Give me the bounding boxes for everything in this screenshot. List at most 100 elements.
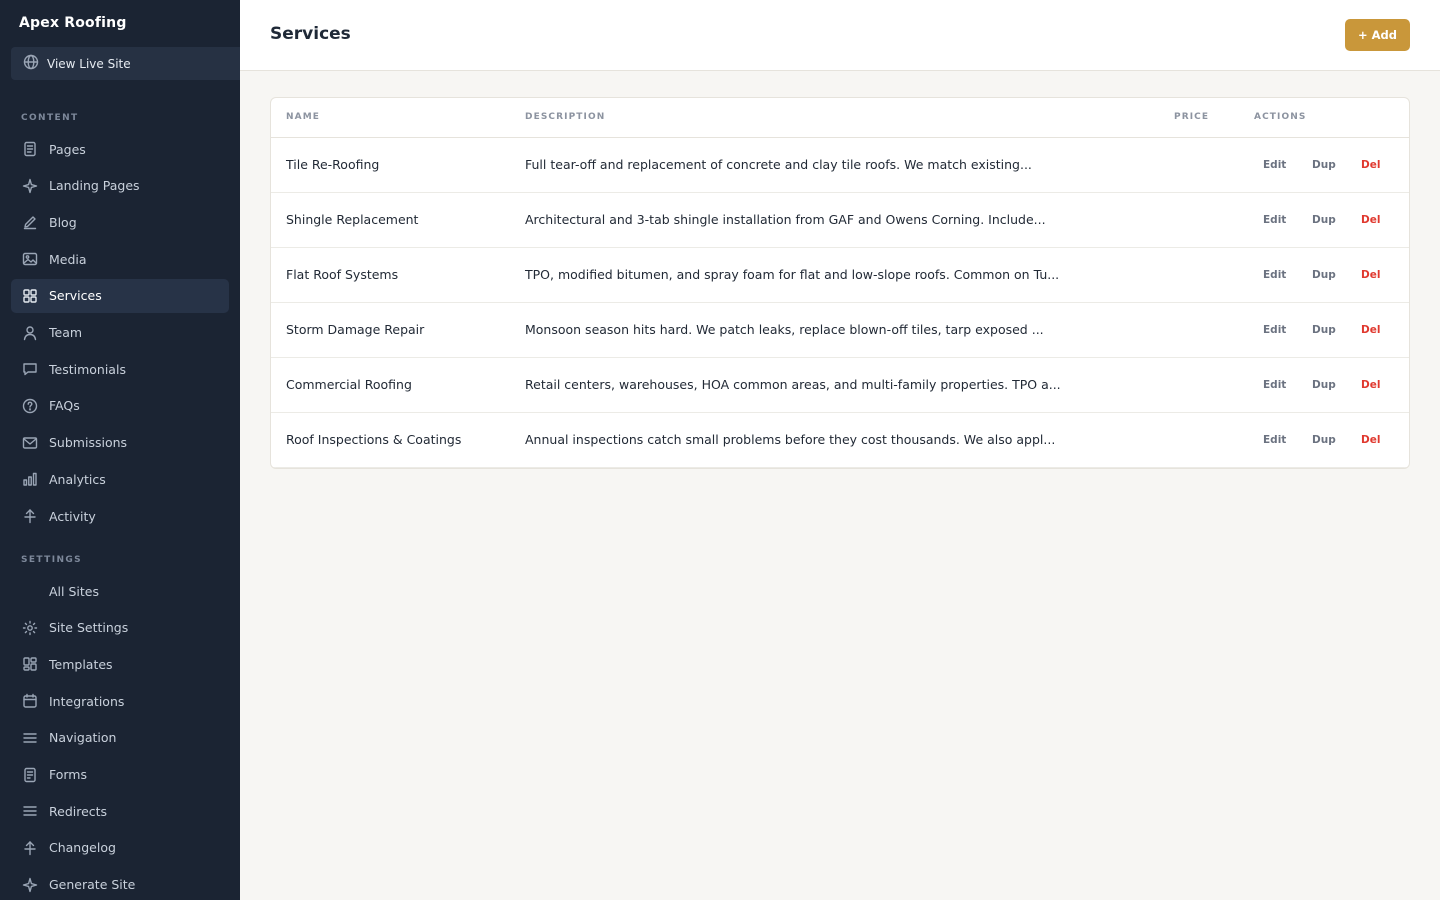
duplicate-button[interactable]: Dup bbox=[1312, 159, 1361, 171]
services-table: NAME DESCRIPTION PRICE ACTIONS Tile Re-R… bbox=[271, 98, 1409, 468]
sidebar-item-label: Generate Site bbox=[49, 877, 136, 893]
duplicate-button[interactable]: Dup bbox=[1312, 434, 1361, 446]
page-title: Services bbox=[270, 24, 351, 44]
delete-button[interactable]: Del bbox=[1361, 214, 1391, 226]
table-row[interactable]: Commercial Roofing Retail centers, wareho… bbox=[271, 357, 1409, 413]
mail-icon bbox=[22, 435, 38, 451]
sidebar-item-label: Templates bbox=[49, 656, 113, 672]
question-icon bbox=[22, 398, 38, 414]
delete-button[interactable]: Del bbox=[1361, 269, 1391, 281]
table-row[interactable]: Storm Damage Repair Monsoon season hits h… bbox=[271, 302, 1409, 358]
add-service-button[interactable]: + Add bbox=[1345, 19, 1410, 51]
document-icon bbox=[22, 141, 38, 157]
view-live-site-label: View Live Site bbox=[47, 56, 131, 71]
delete-button[interactable]: Del bbox=[1361, 379, 1391, 391]
service-price bbox=[1159, 412, 1239, 468]
duplicate-button[interactable]: Dup bbox=[1312, 379, 1361, 391]
globe-icon bbox=[23, 54, 39, 73]
sidebar-item-label: Testimonials bbox=[49, 361, 126, 377]
column-header-actions: ACTIONS bbox=[1239, 98, 1409, 138]
edit-button[interactable]: Edit bbox=[1263, 434, 1312, 446]
service-name: Tile Re-Roofing bbox=[271, 137, 510, 193]
sidebar-item-landing-pages[interactable]: Landing Pages bbox=[11, 169, 229, 203]
table-body: Tile Re-Roofing Full tear-off and replace… bbox=[271, 137, 1409, 468]
bar-chart-icon bbox=[22, 471, 38, 487]
duplicate-button[interactable]: Dup bbox=[1312, 324, 1361, 336]
service-description: TPO, modified bitumen, and spray foam fo… bbox=[510, 247, 1159, 303]
sidebar-item-label: Changelog bbox=[49, 840, 116, 856]
gear-icon bbox=[22, 620, 38, 636]
sidebar-item-forms[interactable]: Forms bbox=[11, 758, 229, 792]
row-actions: Edit Dup Del bbox=[1239, 412, 1409, 468]
sidebar-item-label: Landing Pages bbox=[49, 178, 140, 194]
column-header-price[interactable]: PRICE bbox=[1159, 98, 1239, 138]
sidebar-item-activity[interactable]: Activity bbox=[11, 499, 229, 533]
column-header-description[interactable]: DESCRIPTION bbox=[510, 98, 1159, 138]
service-price bbox=[1159, 192, 1239, 248]
table-row[interactable]: Flat Roof Systems TPO, modified bitumen, … bbox=[271, 247, 1409, 303]
sidebar-item-pages[interactable]: Pages bbox=[11, 132, 229, 166]
sidebar-item-faqs[interactable]: FAQs bbox=[11, 389, 229, 423]
delete-button[interactable]: Del bbox=[1361, 159, 1391, 171]
template-icon bbox=[22, 656, 38, 672]
service-price bbox=[1159, 302, 1239, 358]
form-icon bbox=[22, 767, 38, 783]
sidebar-item-all-sites[interactable]: All Sites bbox=[11, 574, 229, 608]
settings-section-label: SETTINGS bbox=[21, 555, 83, 565]
table-row[interactable]: Tile Re-Roofing Full tear-off and replace… bbox=[271, 137, 1409, 193]
service-description: Monsoon season hits hard. We patch leaks… bbox=[510, 302, 1159, 358]
main-content: Services + Add NAME DESCRIPTION PRICE AC… bbox=[240, 0, 1440, 900]
sidebar-item-testimonials[interactable]: Testimonials bbox=[11, 352, 229, 386]
sidebar-item-blog[interactable]: Blog bbox=[11, 205, 229, 239]
edit-button[interactable]: Edit bbox=[1263, 269, 1312, 281]
chat-icon bbox=[22, 361, 38, 377]
duplicate-button[interactable]: Dup bbox=[1312, 214, 1361, 226]
service-description: Architectural and 3-tab shingle installa… bbox=[510, 192, 1159, 248]
sidebar-item-label: Pages bbox=[49, 141, 86, 157]
sidebar-item-site-settings[interactable]: Site Settings bbox=[11, 611, 229, 645]
row-actions: Edit Dup Del bbox=[1239, 247, 1409, 303]
sidebar-item-services[interactable]: Services bbox=[11, 278, 229, 313]
sidebar-item-label: Integrations bbox=[49, 693, 125, 709]
image-icon bbox=[22, 251, 38, 267]
sidebar-item-analytics[interactable]: Analytics bbox=[11, 462, 229, 496]
column-header-name[interactable]: NAME bbox=[271, 98, 510, 138]
sidebar-item-integrations[interactable]: Integrations bbox=[11, 684, 229, 718]
duplicate-button[interactable]: Dup bbox=[1312, 269, 1361, 281]
app-root: Apex Roofing View Live Site CONTENT Page… bbox=[0, 0, 1440, 900]
edit-button[interactable]: Edit bbox=[1263, 159, 1312, 171]
delete-button[interactable]: Del bbox=[1361, 434, 1391, 446]
menu-icon bbox=[22, 730, 38, 746]
sidebar-item-changelog[interactable]: Changelog bbox=[11, 831, 229, 865]
sidebar-item-label: Redirects bbox=[49, 803, 108, 819]
sparkle-icon bbox=[22, 877, 38, 893]
delete-button[interactable]: Del bbox=[1361, 324, 1391, 336]
table-row[interactable]: Shingle Replacement Architectural and 3-t… bbox=[271, 192, 1409, 248]
pulse-icon bbox=[22, 508, 38, 524]
sidebar-item-label: All Sites bbox=[49, 583, 99, 599]
content-section-label: CONTENT bbox=[21, 113, 79, 123]
person-icon bbox=[22, 325, 38, 341]
service-name: Commercial Roofing bbox=[271, 357, 510, 413]
sidebar-item-submissions[interactable]: Submissions bbox=[11, 426, 229, 460]
table-row[interactable]: Roof Inspections & Coatings Annual inspec… bbox=[271, 412, 1409, 468]
sidebar-item-label: Site Settings bbox=[49, 620, 129, 636]
edit-button[interactable]: Edit bbox=[1263, 379, 1312, 391]
sidebar-item-templates[interactable]: Templates bbox=[11, 647, 229, 681]
sidebar-item-generate-site[interactable]: Generate Site bbox=[11, 868, 229, 900]
grid-icon bbox=[22, 288, 38, 304]
edit-button[interactable]: Edit bbox=[1263, 214, 1312, 226]
sidebar-item-media[interactable]: Media bbox=[11, 242, 229, 276]
sidebar-item-label: Team bbox=[49, 325, 83, 340]
edit-button[interactable]: Edit bbox=[1263, 324, 1312, 336]
sidebar-item-redirects[interactable]: Redirects bbox=[11, 794, 229, 828]
calendar-icon bbox=[22, 693, 38, 709]
topbar: Services + Add bbox=[240, 0, 1440, 71]
view-live-site-button[interactable]: View Live Site bbox=[11, 47, 240, 80]
blank-icon bbox=[22, 583, 38, 599]
table-header-row: NAME DESCRIPTION PRICE ACTIONS bbox=[271, 98, 1409, 138]
sidebar-item-navigation[interactable]: Navigation bbox=[11, 721, 229, 755]
sidebar: Apex Roofing View Live Site CONTENT Page… bbox=[0, 0, 240, 900]
sidebar-item-label: Activity bbox=[49, 508, 96, 524]
sidebar-item-team[interactable]: Team bbox=[11, 316, 229, 350]
